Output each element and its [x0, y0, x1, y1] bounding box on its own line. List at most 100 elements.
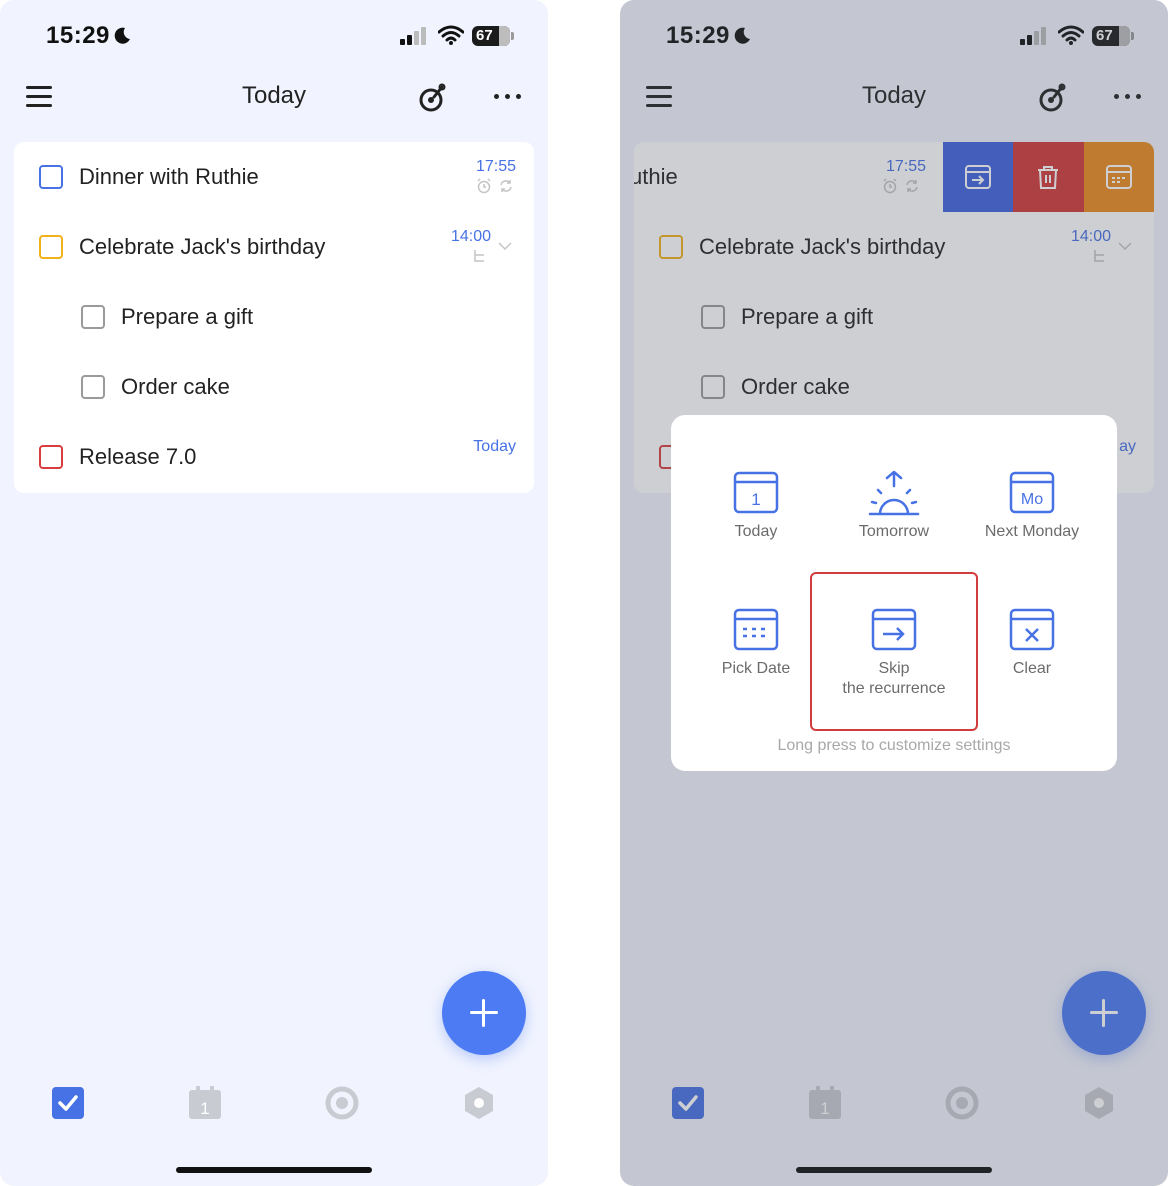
more-icon[interactable]	[1114, 94, 1141, 99]
task-row[interactable]: Dinner with Ruthie 17:55	[14, 142, 534, 212]
task-checkbox[interactable]	[659, 235, 683, 259]
focus-tab-icon[interactable]	[325, 1086, 359, 1120]
focus-timer-icon[interactable]	[1038, 82, 1068, 114]
moon-icon	[734, 27, 750, 44]
task-title: uthie	[634, 164, 678, 189]
alarm-icon	[883, 178, 897, 194]
date-button[interactable]	[1083, 142, 1154, 212]
task-time: 17:55	[475, 158, 516, 175]
option-label: Next Monday	[984, 523, 1080, 540]
status-bar: 15:29 67	[620, 0, 1168, 70]
task-row[interactable]: Release 7.0 Today	[14, 422, 534, 492]
tab-bar: 1	[0, 1080, 548, 1130]
task-row[interactable]: Celebrate Jack's birthday 14:00	[14, 212, 534, 282]
calendar-tab-day: 1	[820, 1099, 829, 1118]
nav-bar: Today	[620, 70, 1168, 126]
battery-icon: 67	[472, 26, 514, 46]
signal-icon	[400, 27, 426, 45]
pick-date-option[interactable]: Pick Date	[686, 607, 826, 679]
task-title: Celebrate Jack's birthday	[699, 234, 946, 259]
calendar-day-icon: 1	[733, 471, 779, 514]
moon-icon	[114, 27, 130, 44]
calendar-monday-icon: Mo	[1009, 471, 1055, 514]
calendar-icon	[1105, 165, 1132, 189]
option-label: Today	[734, 523, 778, 540]
tasks-tab-icon[interactable]	[51, 1086, 85, 1120]
task-time: ay	[1119, 438, 1136, 455]
task-title: Celebrate Jack's birthday	[79, 234, 326, 259]
task-row[interactable]: Order cake	[14, 352, 534, 422]
task-row[interactable]: Prepare a gift	[634, 282, 1154, 352]
task-checkbox[interactable]	[39, 445, 63, 469]
task-time: Today	[473, 438, 516, 455]
repeat-icon	[500, 180, 512, 192]
option-label: Tomorrow	[858, 523, 930, 540]
task-checkbox[interactable]	[701, 375, 725, 399]
task-title: Order cake	[121, 374, 230, 399]
subtask-icon	[1094, 250, 1104, 262]
habit-tab-icon[interactable]	[1082, 1086, 1116, 1120]
clear-option[interactable]: Clear	[962, 607, 1102, 679]
task-title: Prepare a gift	[121, 304, 254, 329]
habit-tab-icon[interactable]	[462, 1086, 496, 1120]
today-option[interactable]: 1 Today	[686, 470, 826, 542]
add-task-button[interactable]	[442, 971, 526, 1055]
task-title: Dinner with Ruthie	[79, 164, 259, 189]
task-list: Dinner with Ruthie 17:55 Celebrate Jack'…	[14, 142, 534, 493]
task-title: Order cake	[741, 374, 850, 399]
right-screen: 15:29 67 Today uthie 17:55 Celebrate Jac…	[620, 0, 1168, 1186]
page-title: Today	[241, 82, 307, 109]
popup-hint: Long press to customize settings	[777, 737, 1011, 754]
task-row[interactable]: Celebrate Jack's birthday 14:00	[634, 212, 1154, 282]
battery-level: 67	[476, 27, 493, 44]
today-option-day: 1	[751, 490, 760, 509]
task-title: Prepare a gift	[741, 304, 874, 329]
calendar-grid-icon	[733, 608, 779, 651]
task-time: 14:00	[450, 228, 491, 245]
battery-icon: 67	[1092, 26, 1134, 46]
home-indicator	[176, 1167, 372, 1173]
focus-tab-icon[interactable]	[945, 1086, 979, 1120]
battery-level: 67	[1096, 27, 1113, 44]
task-checkbox[interactable]	[81, 375, 105, 399]
repeat-icon	[906, 180, 918, 192]
task-row[interactable]: Order cake	[634, 352, 1154, 422]
task-checkbox[interactable]	[81, 305, 105, 329]
calendar-clear-icon	[1009, 608, 1055, 651]
left-screen: 15:29 67 Today Dinner with Ruthie 17:55 …	[0, 0, 548, 1186]
status-time: 15:29	[666, 22, 730, 49]
wifi-icon	[438, 25, 464, 45]
chevron-down-icon[interactable]	[497, 240, 513, 252]
status-bar: 15:29 67	[0, 0, 548, 70]
skip-highlight-box	[810, 572, 978, 731]
task-time: 14:00	[1070, 228, 1111, 245]
calendar-tab-day: 1	[200, 1099, 209, 1118]
date-popup: 1 Today Tomorrow Mo Next Monday Pick Dat…	[671, 415, 1117, 771]
chevron-down-icon[interactable]	[1117, 240, 1133, 252]
option-label: Clear	[1012, 660, 1052, 677]
next-monday-option-day: Mo	[1021, 491, 1043, 508]
delete-button[interactable]	[1013, 142, 1084, 212]
task-checkbox[interactable]	[39, 165, 63, 189]
alarm-icon	[477, 178, 491, 194]
calendar-tab-icon[interactable]: 1	[188, 1086, 222, 1120]
page-title: Today	[861, 82, 927, 109]
task-title: Release 7.0	[79, 444, 197, 469]
tab-bar: 1	[620, 1080, 1168, 1130]
more-icon[interactable]	[494, 94, 521, 99]
nav-bar: Today	[0, 70, 548, 126]
subtask-icon	[474, 250, 484, 262]
tasks-tab-icon[interactable]	[671, 1086, 705, 1120]
focus-timer-icon[interactable]	[418, 82, 448, 114]
task-row[interactable]: Prepare a gift	[14, 282, 534, 352]
skip-button[interactable]	[943, 142, 1014, 212]
task-checkbox[interactable]	[39, 235, 63, 259]
wifi-icon	[1058, 25, 1084, 45]
next-monday-option[interactable]: Mo Next Monday	[962, 470, 1102, 542]
add-task-button[interactable]	[1062, 971, 1146, 1055]
calendar-tab-icon[interactable]: 1	[808, 1086, 842, 1120]
option-label: Pick Date	[721, 660, 791, 677]
home-indicator	[796, 1167, 992, 1173]
task-checkbox[interactable]	[701, 305, 725, 329]
tomorrow-option[interactable]: Tomorrow	[824, 470, 964, 542]
